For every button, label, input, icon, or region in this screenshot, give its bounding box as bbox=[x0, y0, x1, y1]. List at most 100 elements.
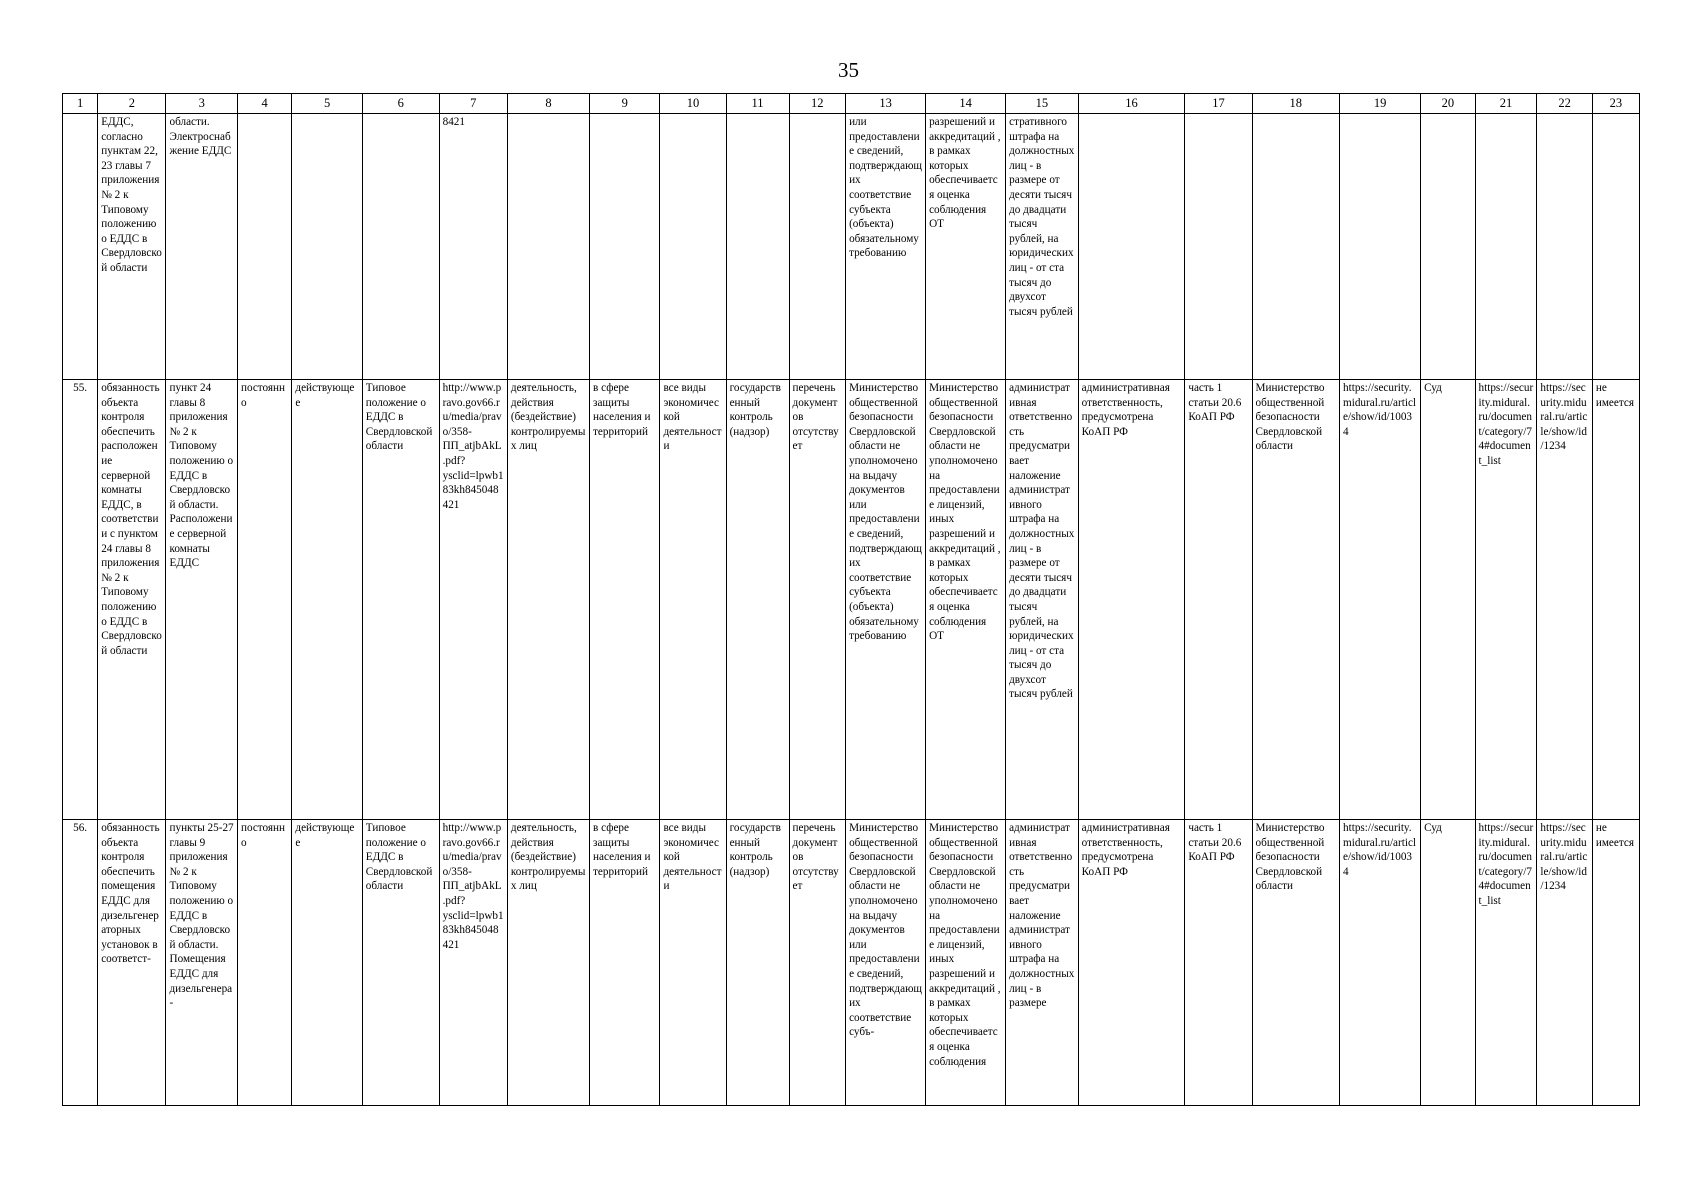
cell-r1-c13: Министерство общественной безопасности С… bbox=[845, 379, 927, 820]
table-row: ЕДДС, согласно пунктам 22, 23 главы 7 пр… bbox=[61, 113, 1641, 380]
col-header-13: 13 bbox=[845, 93, 927, 114]
col-header-12: 12 bbox=[788, 93, 847, 114]
cell-r0-c18 bbox=[1251, 113, 1341, 380]
cell-r0-c12 bbox=[788, 113, 847, 380]
cell-r0-c5 bbox=[291, 113, 363, 380]
cell-r2-c8: деятельность, действия (бездействие) кон… bbox=[506, 819, 591, 1106]
cell-r2-c23: не имеется bbox=[1591, 819, 1641, 1106]
cell-r1-c8: деятельность, действия (бездействие) кон… bbox=[506, 379, 591, 820]
cell-r0-c23 bbox=[1591, 113, 1641, 380]
cell-r2-c10: все виды экономической деятельности bbox=[659, 819, 727, 1106]
cell-r2-c12: перечень документов отсутствует bbox=[788, 819, 847, 1106]
cell-r0-c8 bbox=[506, 113, 591, 380]
cell-r0-c4 bbox=[236, 113, 293, 380]
cell-r1-c19: https://security.midural.ru/article/show… bbox=[1339, 379, 1422, 820]
col-header-20: 20 bbox=[1420, 93, 1476, 114]
cell-r0-c11 bbox=[725, 113, 790, 380]
cell-r1-c3: пункт 24 главы 8 приложения № 2 к Типово… bbox=[165, 379, 238, 820]
cell-r2-c4: постоянно bbox=[236, 819, 293, 1106]
cell-r0-c15: стративного штрафа на должностных лиц - … bbox=[1005, 113, 1079, 380]
cell-r0-c7: 8421 bbox=[438, 113, 508, 380]
cell-r2-c9: в сфере защиты населения и территорий bbox=[589, 819, 661, 1106]
cell-r2-c20: Суд bbox=[1420, 819, 1476, 1106]
col-header-11: 11 bbox=[725, 93, 790, 114]
cell-r0-c22 bbox=[1536, 113, 1593, 380]
col-header-14: 14 bbox=[925, 93, 1007, 114]
page-number: 35 bbox=[838, 58, 859, 82]
registry-table: 1 2 3 4 5 6 7 8 9 10 11 12 13 14 15 16 1 bbox=[61, 93, 1641, 1106]
cell-r1-c11: государственный контроль (надзор) bbox=[725, 379, 790, 820]
table-row: 56. обязанность объекта контроля обеспеч… bbox=[61, 819, 1641, 1106]
cell-r2-c18: Министерство общественной безопасности С… bbox=[1251, 819, 1341, 1106]
col-header-19: 19 bbox=[1339, 93, 1422, 114]
col-header-21: 21 bbox=[1474, 93, 1538, 114]
cell-r0-c20 bbox=[1420, 113, 1476, 380]
col-header-18: 18 bbox=[1251, 93, 1341, 114]
cell-r2-c21: https://security.midural.ru/document/cat… bbox=[1474, 819, 1538, 1106]
cell-r2-c1: 56. bbox=[61, 819, 99, 1106]
cell-r0-c1 bbox=[61, 113, 99, 380]
cell-r0-c14: разрешений и аккредитаций , в рамках кот… bbox=[925, 113, 1007, 380]
cell-r0-c19 bbox=[1339, 113, 1422, 380]
cell-r2-c13: Министерство общественной безопасности С… bbox=[845, 819, 927, 1106]
cell-r1-c1: 55. bbox=[61, 379, 99, 820]
cell-r0-c3: области. Электроснабжение ЕДДС bbox=[165, 113, 238, 380]
cell-r1-c10: все виды экономической деятельности bbox=[659, 379, 727, 820]
cell-r1-c4: постоянно bbox=[236, 379, 293, 820]
cell-r0-c16 bbox=[1077, 113, 1186, 380]
cell-r0-c9 bbox=[589, 113, 661, 380]
cell-r2-c6: Типовое положение о ЕДДС в Свердловской … bbox=[361, 819, 440, 1106]
cell-r1-c7: http://www.pravo.gov66.ru/media/pravo/35… bbox=[438, 379, 508, 820]
cell-r0-c21 bbox=[1474, 113, 1538, 380]
col-header-10: 10 bbox=[659, 93, 727, 114]
cell-r1-c17: часть 1 статьи 20.6 КоАП РФ bbox=[1184, 379, 1253, 820]
registry-table-container: 1 2 3 4 5 6 7 8 9 10 11 12 13 14 15 16 1 bbox=[61, 93, 1641, 1106]
cell-r2-c16: административная ответственность, предус… bbox=[1077, 819, 1186, 1106]
cell-r0-c10 bbox=[659, 113, 727, 380]
cell-r1-c9: в сфере защиты населения и территорий bbox=[589, 379, 661, 820]
cell-r2-c14: Министерство общественной безопасности С… bbox=[925, 819, 1007, 1106]
col-header-5: 5 bbox=[291, 93, 363, 114]
cell-r1-c23: не имеется bbox=[1591, 379, 1641, 820]
cell-r2-c17: часть 1 статьи 20.6 КоАП РФ bbox=[1184, 819, 1253, 1106]
cell-r1-c5: действующее bbox=[291, 379, 363, 820]
col-header-23: 23 bbox=[1591, 93, 1641, 114]
cell-r0-c2: ЕДДС, согласно пунктам 22, 23 главы 7 пр… bbox=[97, 113, 167, 380]
cell-r1-c21: https://security.midural.ru/document/cat… bbox=[1474, 379, 1538, 820]
cell-r2-c3: пункты 25-27 главы 9 приложения № 2 к Ти… bbox=[165, 819, 238, 1106]
col-header-3: 3 bbox=[165, 93, 238, 114]
document-page: 35 1 2 3 4 5 6 7 8 9 10 11 12 13 14 15 1… bbox=[0, 0, 1697, 1200]
cell-r1-c20: Суд bbox=[1420, 379, 1476, 820]
cell-r2-c19: https://security.midural.ru/article/show… bbox=[1339, 819, 1422, 1106]
cell-r1-c16: административная ответственность, предус… bbox=[1077, 379, 1186, 820]
col-header-7: 7 bbox=[438, 93, 508, 114]
table-row: 55. обязанность объекта контроля обеспеч… bbox=[61, 379, 1641, 820]
cell-r1-c22: https://security.midural.ru/article/show… bbox=[1536, 379, 1593, 820]
col-header-15: 15 bbox=[1005, 93, 1079, 114]
col-header-9: 9 bbox=[589, 93, 661, 114]
cell-r0-c13: или предоставление сведений, подтверждаю… bbox=[845, 113, 927, 380]
col-header-22: 22 bbox=[1536, 93, 1593, 114]
col-header-16: 16 bbox=[1077, 93, 1186, 114]
cell-r0-c6 bbox=[361, 113, 440, 380]
cell-r2-c5: действующее bbox=[291, 819, 363, 1106]
col-header-8: 8 bbox=[506, 93, 591, 114]
cell-r2-c7: http://www.pravo.gov66.ru/media/pravo/35… bbox=[438, 819, 508, 1106]
cell-r2-c11: государственный контроль (надзор) bbox=[725, 819, 790, 1106]
cell-r2-c2: обязанность объекта контроля обеспечить … bbox=[97, 819, 167, 1106]
col-header-1: 1 bbox=[61, 93, 99, 114]
cell-r1-c15: административная ответственность предусм… bbox=[1005, 379, 1079, 820]
col-header-17: 17 bbox=[1184, 93, 1253, 114]
cell-r2-c22: https://security.midural.ru/article/show… bbox=[1536, 819, 1593, 1106]
cell-r1-c14: Министерство общественной безопасности С… bbox=[925, 379, 1007, 820]
cell-r1-c12: перечень документов отсутствует bbox=[788, 379, 847, 820]
cell-r1-c2: обязанность объекта контроля обеспечить … bbox=[97, 379, 167, 820]
cell-r1-c18: Министерство общественной безопасности С… bbox=[1251, 379, 1341, 820]
cell-r1-c6: Типовое положение о ЕДДС в Свердловской … bbox=[361, 379, 440, 820]
table-column-number-header-row: 1 2 3 4 5 6 7 8 9 10 11 12 13 14 15 16 1 bbox=[61, 93, 1641, 114]
col-header-4: 4 bbox=[236, 93, 293, 114]
cell-r2-c15: административная ответственность предусм… bbox=[1005, 819, 1079, 1106]
col-header-6: 6 bbox=[361, 93, 440, 114]
col-header-2: 2 bbox=[97, 93, 167, 114]
cell-r0-c17 bbox=[1184, 113, 1253, 380]
